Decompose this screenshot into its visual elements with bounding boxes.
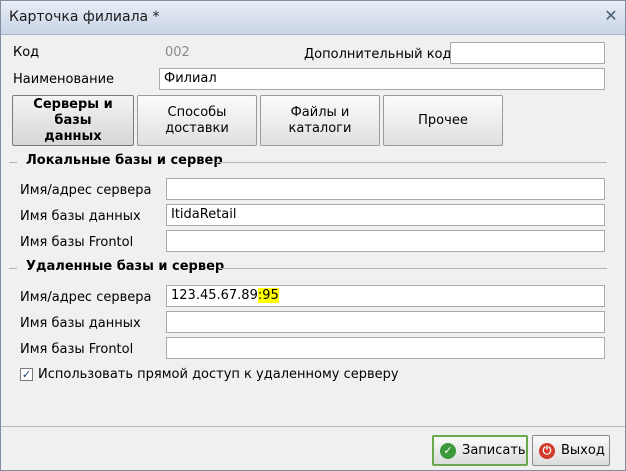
window-title: Карточка филиала * [9,9,160,25]
direct-access-checkbox[interactable]: ✓ [20,368,33,381]
exit-button-label: Выход [561,443,605,458]
remote-frontol-input[interactable] [166,337,605,359]
local-section-header: Локальные базы и сервер [9,153,607,169]
remote-server-label: Имя/адрес сервера [20,290,152,305]
close-icon[interactable]: ✕ [603,8,619,24]
local-server-input[interactable] [166,178,605,200]
remote-server-port-highlight: :95 [257,288,279,303]
extra-code-input[interactable] [450,42,605,64]
code-value: 002 [165,45,190,60]
extra-code-label: Дополнительный код [304,47,452,62]
local-section-title: Локальные базы и сервер [26,153,223,168]
tab-label-line1: Серверы и базы [33,96,113,128]
name-input[interactable]: Филиал [159,68,605,90]
remote-frontol-label: Имя базы Frontol [20,342,134,357]
divider [9,268,17,269]
tab-other[interactable]: Прочее [383,95,503,146]
tab-label-line1: Файлы и [290,104,350,120]
check-icon: ✓ [440,442,456,459]
local-db-label: Имя базы данных [20,209,141,224]
remote-server-input[interactable]: 123.45.67.89:95 [166,285,605,307]
local-frontol-label: Имя базы Frontol [20,235,134,250]
tab-label-line2: каталоги [288,120,352,136]
remote-server-host: 123.45.67.89 [171,288,258,303]
tab-delivery-methods[interactable]: Способы доставки [137,95,257,146]
name-label: Наименование [13,72,115,87]
divider [219,268,607,269]
local-frontol-input[interactable] [166,230,605,252]
direct-access-label: Использовать прямой доступ к удаленному … [38,367,399,382]
code-label: Код [13,45,40,60]
save-button-label: Записать [462,443,526,458]
tab-label-line1: Способы [167,104,227,120]
local-db-input[interactable]: ItidaRetail [166,204,605,226]
exit-button[interactable]: ⏻ Выход [532,435,610,466]
title-bar: Карточка филиала * ✕ [1,1,625,35]
tab-servers-and-databases[interactable]: Серверы и базы данных [12,95,134,146]
tab-label-line2: данных [44,128,102,144]
divider [216,162,607,163]
save-button[interactable]: ✓ Записать [432,435,528,466]
footer-divider [1,426,625,427]
divider [9,162,17,163]
remote-db-input[interactable] [166,311,605,333]
remote-db-label: Имя базы данных [20,316,141,331]
exit-icon: ⏻ [539,442,555,459]
tab-files-and-folders[interactable]: Файлы и каталоги [260,95,380,146]
tab-label-line1: Прочее [418,112,468,128]
remote-section-title: Удаленные базы и сервер [26,259,225,274]
local-server-label: Имя/адрес сервера [20,183,152,198]
branch-card-window: Карточка филиала * ✕ Код 002 Дополнитель… [0,0,626,471]
remote-section-header: Удаленные базы и сервер [9,259,607,275]
tab-label-line2: доставки [165,120,229,136]
